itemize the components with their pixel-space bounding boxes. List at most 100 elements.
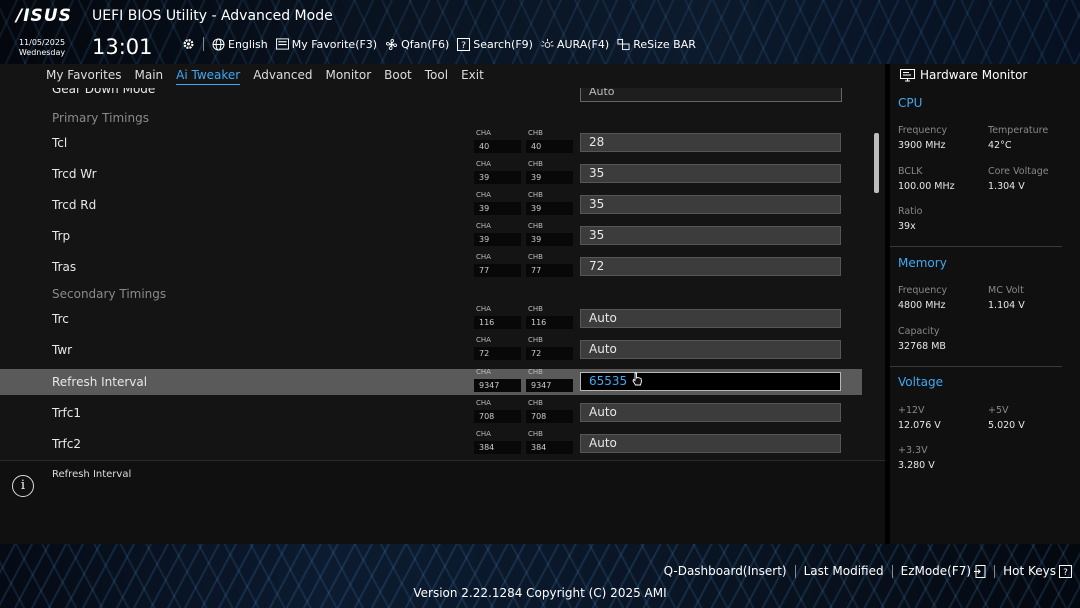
main-nav: My Favorites Main Ai Tweaker Advanced Mo… — [0, 64, 885, 88]
select-value: Auto — [589, 88, 615, 98]
trfc2-input[interactable]: Auto — [580, 434, 841, 453]
tab-ai-tweaker[interactable]: Ai Tweaker — [176, 68, 241, 85]
tab-advanced[interactable]: Advanced — [253, 68, 312, 84]
refresh-interval-input[interactable]: 65535 — [580, 372, 841, 391]
my-favorite-label: My Favorite(F3) — [291, 37, 378, 51]
hot-keys-label: Hot Keys — [1003, 564, 1056, 578]
v12-value: 12.076 V — [898, 420, 941, 431]
q-dashboard-button[interactable]: Q-Dashboard(Insert) — [656, 564, 795, 578]
cpu-temperature-key: Temperature — [988, 125, 1049, 136]
setting-row-trc[interactable]: Trc CHA 116 CHB 116 Auto — [0, 305, 862, 332]
info-icon: i — [12, 475, 34, 497]
cha-value: CHA 384 — [474, 430, 522, 456]
cha-value: CHA 39 — [474, 222, 522, 248]
svg-text:?: ? — [461, 41, 466, 51]
date-text: 11/05/2025 — [18, 38, 66, 47]
globe-icon — [212, 38, 225, 51]
resize-bar-button[interactable]: ReSize BAR — [613, 38, 700, 51]
chb-value: CHB 116 — [526, 305, 574, 331]
app-title: UEFI BIOS Utility - Advanced Mode — [92, 8, 333, 24]
section-label: Secondary Timings — [52, 287, 167, 301]
hardware-monitor-title: Hardware Monitor — [900, 68, 1027, 82]
setting-row-trcd-rd[interactable]: Trcd Rd CHA 39 CHB 39 35 — [0, 191, 862, 218]
settings-button[interactable] — [178, 38, 199, 51]
ezmode-button[interactable]: EzMode(F7) — [893, 564, 994, 578]
cha-value: CHA 72 — [474, 336, 522, 362]
setting-row-refresh-interval[interactable]: Refresh Interval CHA 9347 CHB 9347 65535 — [0, 368, 862, 395]
my-favorite-button[interactable]: My Favorite(F3) — [272, 38, 381, 51]
ratio-key: Ratio — [898, 206, 923, 217]
cha-value: CHA 116 — [474, 305, 522, 331]
scrollbar-thumb[interactable] — [874, 133, 879, 193]
setting-row-tcl[interactable]: Tcl CHA 40 CHB 40 28 — [0, 129, 862, 156]
tab-exit[interactable]: Exit — [461, 68, 484, 84]
tab-tool[interactable]: Tool — [425, 68, 448, 84]
tab-boot[interactable]: Boot — [384, 68, 412, 84]
mc-volt-value: 1.104 V — [988, 300, 1025, 311]
cha-value: CHA 708 — [474, 399, 522, 425]
weekday-text: Wednesday — [18, 48, 66, 57]
v33-key: +3.3V — [898, 445, 928, 456]
tab-main[interactable]: Main — [134, 68, 163, 84]
last-modified-button[interactable]: Last Modified — [796, 564, 892, 578]
trfc1-input[interactable]: Auto — [580, 403, 841, 422]
qfan-button[interactable]: Qfan(F6) — [381, 38, 453, 51]
chb-value: CHB 77 — [526, 253, 574, 279]
chb-value: CHB 72 — [526, 336, 574, 362]
cha-value: CHA 9347 — [474, 368, 522, 394]
aura-label: AURA(F4) — [556, 37, 610, 51]
trcd-wr-input[interactable]: 35 — [580, 164, 841, 183]
search-button[interactable]: ? Search(F9) — [453, 37, 537, 51]
resize-bar-icon — [617, 38, 630, 51]
setting-label: Twr — [52, 343, 73, 357]
tras-input[interactable]: 72 — [580, 257, 841, 276]
trc-input[interactable]: Auto — [580, 309, 841, 328]
setting-row-gear-down-mode[interactable]: Gear Down Mode Auto — [0, 88, 862, 106]
setting-label: Trp — [52, 229, 71, 243]
setting-row-trcd-wr[interactable]: Trcd Wr CHA 39 CHB 39 35 — [0, 160, 862, 187]
setting-label: Tcl — [52, 136, 68, 150]
v5-key: +5V — [988, 405, 1009, 416]
cha-value: CHA 77 — [474, 253, 522, 279]
core-voltage-value: 1.304 V — [988, 181, 1025, 192]
toolbar-divider — [203, 37, 204, 51]
gear-down-mode-select[interactable]: Auto — [580, 88, 842, 102]
trp-input[interactable]: 35 — [580, 226, 841, 245]
asus-logo: /ISUS — [16, 6, 72, 26]
cpu-section-title: CPU — [898, 96, 923, 110]
hot-keys-button[interactable]: Hot Keys ? — [995, 564, 1080, 578]
setting-label: Gear Down Mode — [52, 88, 156, 96]
footer-links: Q-Dashboard(Insert) Last Modified EzMode… — [656, 563, 1080, 579]
aura-button[interactable]: AURA(F4) — [537, 38, 613, 51]
monitor-icon — [900, 68, 915, 81]
setting-row-tras[interactable]: Tras CHA 77 CHB 77 72 — [0, 253, 862, 280]
svg-text:?: ? — [1063, 568, 1068, 578]
tab-my-favorites[interactable]: My Favorites — [46, 68, 121, 84]
setting-row-trfc1[interactable]: Trfc1 CHA 708 CHB 708 Auto — [0, 399, 862, 426]
cha-value: CHA 39 — [474, 191, 522, 217]
chb-value: CHB 39 — [526, 222, 574, 248]
settings-list: Gear Down Mode Auto Primary Timings Tcl … — [0, 88, 885, 460]
capacity-value: 32768 MB — [898, 341, 946, 352]
qfan-label: Qfan(F6) — [401, 37, 450, 51]
section-primary-timings: Primary Timings — [0, 105, 862, 131]
tcl-input[interactable]: 28 — [580, 133, 841, 152]
section-label: Primary Timings — [52, 111, 149, 125]
chb-value: CHB 384 — [526, 430, 574, 456]
trcd-rd-input[interactable]: 35 — [580, 195, 841, 214]
setting-label: Trfc1 — [52, 406, 81, 420]
setting-row-twr[interactable]: Twr CHA 72 CHB 72 Auto — [0, 336, 862, 363]
mouse-pointer-icon — [632, 372, 642, 386]
bclk-key: BCLK — [898, 166, 923, 177]
v5-value: 5.020 V — [988, 420, 1025, 431]
help-panel: i Refresh Interval — [0, 460, 885, 544]
twr-input[interactable]: Auto — [580, 340, 841, 359]
cha-value: CHA 39 — [474, 160, 522, 186]
language-button[interactable]: English — [208, 38, 272, 51]
cha-value: CHA 40 — [474, 129, 522, 155]
setting-label: Trc — [52, 312, 69, 326]
setting-row-trp[interactable]: Trp CHA 39 CHB 39 35 — [0, 222, 862, 249]
tab-monitor[interactable]: Monitor — [326, 68, 372, 84]
setting-row-trfc2[interactable]: Trfc2 CHA 384 CHB 384 Auto — [0, 430, 862, 457]
v33-value: 3.280 V — [898, 460, 935, 471]
